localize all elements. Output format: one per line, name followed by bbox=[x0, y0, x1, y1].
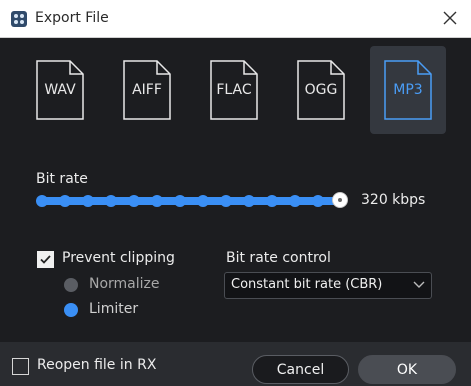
format-wav-button[interactable]: WAV bbox=[22, 46, 98, 134]
normalize-radio[interactable] bbox=[64, 278, 78, 292]
format-label: OGG bbox=[304, 82, 338, 98]
format-ogg-button[interactable]: OGG bbox=[283, 46, 359, 134]
cancel-button[interactable]: Cancel bbox=[252, 355, 349, 384]
format-flac-button[interactable]: FLAC bbox=[196, 46, 272, 134]
format-label: MP3 bbox=[393, 82, 423, 98]
bitrate-label: Bit rate bbox=[36, 171, 88, 187]
bitrate-control-label: Bit rate control bbox=[226, 250, 331, 266]
app-icon bbox=[11, 11, 27, 27]
window-title: Export File bbox=[35, 10, 109, 26]
reopen-file-checkbox[interactable] bbox=[12, 358, 29, 375]
slider-step bbox=[266, 195, 278, 207]
slider-step bbox=[243, 195, 255, 207]
prevent-clipping-checkbox[interactable] bbox=[37, 251, 54, 268]
bitrate-value: 320 kbps bbox=[361, 192, 426, 208]
slider-step bbox=[312, 195, 324, 207]
reopen-file-label[interactable]: Reopen file in RX bbox=[37, 357, 156, 373]
format-label: FLAC bbox=[216, 82, 252, 98]
slider-step bbox=[36, 195, 48, 207]
slider-step bbox=[128, 195, 140, 207]
limiter-radio[interactable] bbox=[64, 303, 78, 317]
slider-step bbox=[220, 195, 232, 207]
prevent-clipping-label[interactable]: Prevent clipping bbox=[62, 250, 175, 266]
chevron-down-icon bbox=[413, 281, 425, 288]
slider-step bbox=[197, 195, 209, 207]
format-aiff-button[interactable]: AIFF bbox=[109, 46, 185, 134]
format-label: AIFF bbox=[132, 82, 162, 98]
slider-step bbox=[59, 195, 71, 207]
format-selector: WAV AIFF FLAC OGG MP3 bbox=[0, 46, 471, 136]
format-mp3-button[interactable]: MP3 bbox=[370, 46, 446, 134]
slider-step bbox=[151, 195, 163, 207]
slider-step bbox=[289, 195, 301, 207]
format-label: WAV bbox=[44, 82, 76, 98]
bitrate-slider[interactable] bbox=[36, 192, 348, 210]
slider-step bbox=[105, 195, 117, 207]
slider-step bbox=[174, 195, 186, 207]
checkmark-icon bbox=[40, 255, 51, 264]
slider-thumb[interactable] bbox=[332, 192, 348, 208]
close-icon[interactable] bbox=[441, 9, 459, 27]
bitrate-control-select[interactable]: Constant bit rate (CBR) bbox=[224, 272, 432, 299]
select-value: Constant bit rate (CBR) bbox=[231, 277, 383, 292]
limiter-label[interactable]: Limiter bbox=[89, 301, 138, 317]
ok-button[interactable]: OK bbox=[358, 355, 456, 384]
title-bar: Export File bbox=[0, 0, 471, 38]
normalize-label[interactable]: Normalize bbox=[89, 276, 160, 292]
slider-step bbox=[82, 195, 94, 207]
